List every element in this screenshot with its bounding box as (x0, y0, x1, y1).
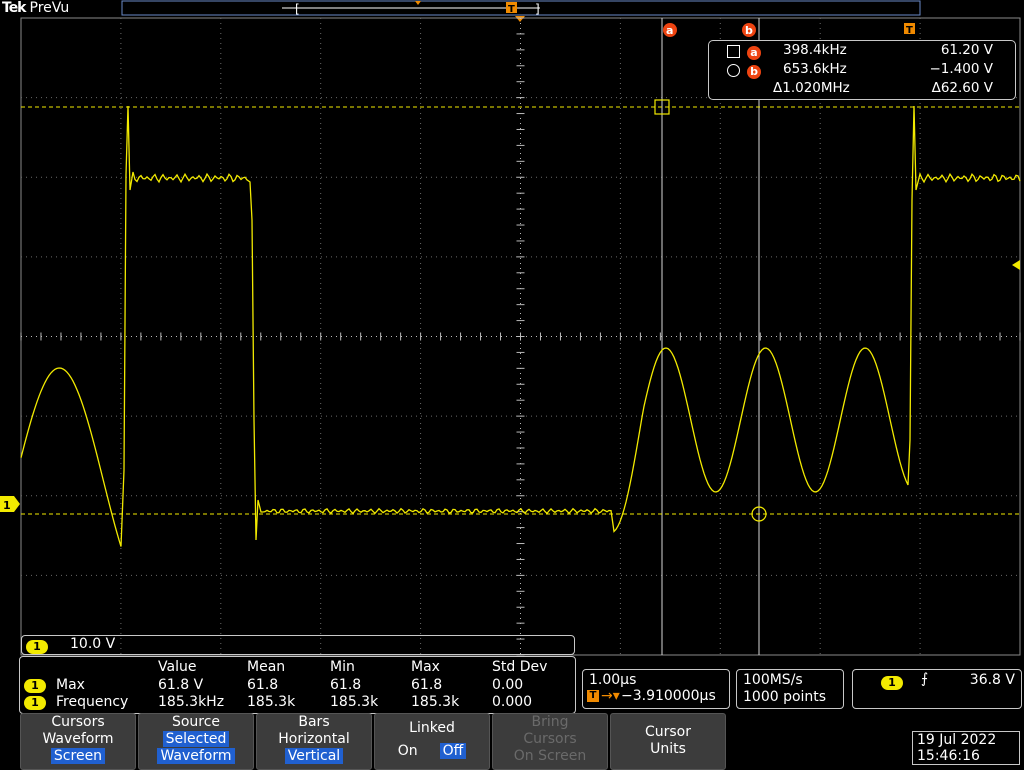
timebase-panel[interactable]: 1.00µs T →▾ −3.910000µs (582, 669, 730, 709)
softkey-option: Units (650, 741, 686, 757)
date: 19 Jul 2022 (917, 732, 997, 748)
svg-text:[: [ (295, 2, 300, 16)
cursor-a-frequency: 398.4kHz (783, 42, 847, 58)
softkey-linked[interactable]: Linked On Off (374, 713, 490, 770)
acquisition-mode: PreVu (29, 0, 70, 16)
meas-header-min: Min (330, 659, 355, 675)
meas-name: Max (56, 677, 85, 693)
channel-1-scale[interactable]: 1 10.0 V (21, 635, 575, 655)
trigger-panel[interactable]: 1 ⨍ 36.8 V (852, 669, 1022, 709)
meas-min: 61.8 (330, 677, 362, 693)
softkey-title: Bring (531, 714, 569, 730)
linked-off-option: Off (439, 743, 467, 759)
sample-rate: 100MS/s (743, 672, 803, 688)
softkey-bars[interactable]: Bars Horizontal Vertical (256, 713, 372, 770)
trigger-level: 36.8 V (969, 672, 1015, 688)
volts-per-div: 10.0 V (70, 636, 116, 652)
meas-stddev: 0.00 (492, 677, 524, 693)
channel-1-trace (20, 105, 1021, 547)
cursor-b-label: b (745, 24, 753, 37)
record-length: 1000 points (743, 689, 827, 705)
measurement-panel: Value Mean Min Max Std Dev 1 Max 61.8 V … (19, 656, 576, 714)
channel-badge: 1 (24, 679, 46, 693)
date-time: 19 Jul 2022 15:46:16 (912, 731, 1020, 765)
cursor-a-voltage: 61.20 V (940, 42, 993, 58)
meas-header-mean: Mean (247, 659, 286, 675)
cursor-b-row: b 653.6kHz −1.400 V (709, 61, 1015, 80)
delta-frequency: Δ1.020MHz (773, 80, 850, 96)
softkey-title: Cursor (644, 724, 692, 740)
meas-mean: 61.8 (247, 677, 279, 693)
softkey-title: Cursors (51, 714, 105, 730)
softkey-bring-cursors[interactable]: Bring Cursors On Screen (492, 713, 608, 770)
horizontal-position: −3.910000µs (621, 688, 716, 704)
meas-name: Frequency (56, 694, 129, 710)
trigger-point-marker: T (906, 25, 913, 36)
softkey-option: Cursors (523, 731, 577, 747)
softkey-title: Bars (298, 714, 330, 730)
meas-value: 61.8 V (158, 677, 204, 693)
softkey-source[interactable]: Source Selected Waveform (138, 713, 254, 770)
circle-cursor-icon (727, 64, 740, 77)
meas-header-max: Max (411, 659, 440, 675)
softkey-selected: Screen (50, 748, 106, 764)
meas-max: 185.3k (411, 694, 460, 710)
square-cursor-icon (727, 45, 740, 58)
channel-badge: 1 (26, 640, 48, 654)
cursor-b-frequency: 653.6kHz (783, 61, 847, 77)
cursor-a-badge: a (747, 46, 761, 60)
ground-marker-label: 1 (3, 499, 11, 512)
softkey-selected: Vertical (284, 748, 344, 764)
meas-value: 185.3kHz (158, 694, 225, 710)
cursor-b-badge: b (747, 65, 761, 79)
meas-mean: 185.3k (247, 694, 296, 710)
brand-logo: Tek PreVu (2, 0, 69, 16)
cursor-b-voltage: −1.400 V (929, 61, 994, 77)
softkey-cursors[interactable]: Cursors Waveform Screen (20, 713, 136, 770)
softkey-option: Waveform (42, 731, 114, 747)
softkey-selected: Waveform (157, 748, 235, 764)
softkey-selected: Selected (162, 731, 230, 747)
cursor-readout-panel: a 398.4kHz 61.20 V b 653.6kHz −1.400 V Δ… (708, 40, 1016, 100)
arrow-icon: →▾ (601, 688, 620, 704)
softkey-title: Source (171, 714, 221, 730)
meas-max: 61.8 (411, 677, 443, 693)
cursor-a-row: a 398.4kHz 61.20 V (709, 42, 1015, 61)
trigger-level-arrow-icon[interactable] (1012, 260, 1020, 270)
time: 15:46:16 (917, 748, 980, 764)
cursor-delta-row: Δ1.020MHz Δ62.60 V (709, 80, 1015, 99)
softkey-option: Horizontal (278, 731, 350, 747)
linked-on-option: On (397, 743, 418, 759)
channel-badge: 1 (24, 696, 46, 710)
softkey-option: On Screen (513, 748, 587, 764)
cursor-a-label: a (666, 24, 673, 37)
meas-min: 185.3k (330, 694, 379, 710)
meas-header-value: Value (158, 659, 197, 675)
svg-text:]: ] (535, 2, 540, 16)
trigger-icon: T (587, 690, 599, 702)
softkey-cursor-units[interactable]: Cursor Units (610, 713, 726, 770)
meas-header-stddev: Std Dev (492, 659, 548, 675)
delta-voltage: Δ62.60 V (931, 80, 993, 96)
trigger-position-marker: T (508, 4, 515, 15)
time-per-div: 1.00µs (589, 672, 637, 688)
rising-edge-icon: ⨍ (921, 671, 929, 687)
meas-stddev: 0.000 (492, 694, 533, 710)
acquisition-panel[interactable]: 100MS/s 1000 points (736, 669, 844, 709)
brand-name: Tek (2, 0, 26, 16)
softkey-title: Linked (409, 720, 455, 736)
channel-badge: 1 (881, 676, 903, 690)
